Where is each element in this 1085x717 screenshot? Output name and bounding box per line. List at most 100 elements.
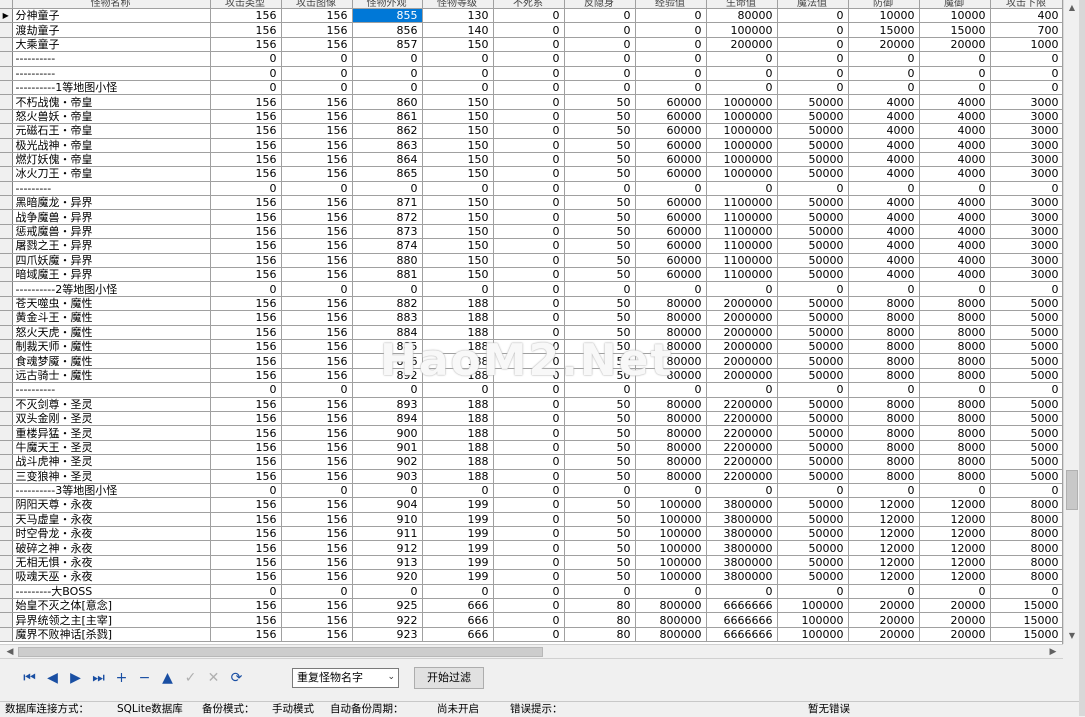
row-indicator[interactable] [0,483,13,499]
table-cell[interactable]: 50000 [777,454,849,470]
table-row[interactable]: 破碎之神・永夜 156 156 912 199 0 50 100000 3800000 50000… [0,540,1062,556]
table-cell[interactable]: 0 [493,339,565,355]
monster-name-cell[interactable]: 渡劫童子 [12,22,211,38]
table-cell[interactable]: 2000000 [706,368,778,384]
table-cell[interactable]: 1000000 [706,152,778,168]
table-cell[interactable]: 3000 [990,109,1062,125]
table-cell[interactable]: 3800000 [706,526,778,542]
table-cell[interactable]: 4000 [919,238,991,254]
row-indicator[interactable] [0,94,13,110]
table-cell[interactable]: 4000 [919,209,991,225]
table-row[interactable]: 大乘童子 156 156 857 150 0 0 0 200000 0 20000 20000 1000 [0,37,1062,53]
table-cell[interactable]: 8000 [848,339,920,355]
table-cell[interactable]: 8000 [919,353,991,369]
horizontal-scroll-thumb[interactable] [18,647,543,657]
table-cell[interactable]: 4000 [919,267,991,283]
table-cell[interactable]: 80000 [635,454,707,470]
table-cell[interactable]: 0 [777,483,849,499]
monster-name-cell[interactable]: 黑暗魔龙・异界 [12,195,211,211]
table-cell[interactable]: 188 [422,339,494,355]
table-cell[interactable]: 0 [493,123,565,139]
table-cell[interactable]: 8000 [919,425,991,441]
table-cell[interactable]: 0 [848,281,920,297]
table-cell[interactable]: 666 [422,598,494,614]
table-cell[interactable]: 12000 [919,512,991,528]
table-cell[interactable]: 0 [493,569,565,585]
table-cell[interactable]: 883 [352,310,423,326]
table-row[interactable]: ---------- 0 0 0 0 0 0 0 0 0 0 0 0 [0,51,1062,67]
table-cell[interactable]: 4000 [848,94,920,110]
table-cell[interactable]: 156 [281,540,353,556]
table-cell[interactable]: 156 [210,569,282,585]
table-cell[interactable]: 0 [422,51,494,67]
table-cell[interactable]: 50000 [777,253,849,269]
table-row[interactable]: 时空骨龙・永夜 156 156 911 199 0 50 100000 3800000 50000… [0,526,1062,542]
row-indicator[interactable] [0,37,13,53]
table-cell[interactable]: 12000 [848,569,920,585]
table-cell[interactable]: 156 [281,94,353,110]
row-indicator[interactable] [0,253,13,269]
table-cell[interactable]: 0 [564,51,636,67]
table-cell[interactable]: 925 [352,598,423,614]
table-cell[interactable]: 0 [281,281,353,297]
table-cell[interactable]: 50000 [777,540,849,556]
table-cell[interactable]: 60000 [635,123,707,139]
table-cell[interactable]: 15000 [990,598,1062,614]
column-header[interactable]: 生命值 [706,0,778,9]
table-cell[interactable]: 156 [281,109,353,125]
table-cell[interactable]: 199 [422,555,494,571]
table-cell[interactable]: 0 [422,80,494,96]
horizontal-scrollbar[interactable]: ◀ ▶ [0,644,1063,659]
table-cell[interactable]: 911 [352,526,423,542]
table-cell[interactable]: 80 [564,627,636,643]
table-cell[interactable]: 50000 [777,209,849,225]
monster-name-cell[interactable]: 不朽战傀・帝皇 [12,94,211,110]
monster-name-cell[interactable]: ---------大BOSS [12,584,211,600]
row-indicator[interactable] [0,526,13,542]
monster-name-cell[interactable]: ----------3等地图小怪 [12,483,211,499]
table-cell[interactable]: 8000 [919,397,991,412]
table-cell[interactable]: 0 [210,181,282,197]
table-cell[interactable]: 872 [352,209,423,225]
table-cell[interactable]: 156 [281,253,353,269]
table-cell[interactable]: 188 [422,325,494,340]
table-cell[interactable]: 1100000 [706,224,778,240]
table-cell[interactable]: 0 [210,382,282,398]
table-cell[interactable]: 3800000 [706,540,778,556]
table-cell[interactable]: 8000 [848,325,920,340]
table-cell[interactable]: 0 [493,296,565,312]
table-cell[interactable]: 156 [281,555,353,571]
table-cell[interactable]: 923 [352,627,423,643]
table-cell[interactable]: 886 [352,353,423,369]
table-cell[interactable]: 156 [210,598,282,614]
table-cell[interactable]: 6666666 [706,612,778,628]
row-indicator[interactable] [0,612,13,628]
table-cell[interactable]: 2200000 [706,411,778,427]
table-cell[interactable]: 856 [352,22,423,38]
table-cell[interactable]: 0 [777,382,849,398]
table-cell[interactable]: 150 [422,267,494,283]
table-cell[interactable]: 3000 [990,195,1062,211]
table-cell[interactable]: 863 [352,138,423,153]
table-cell[interactable]: 8000 [848,368,920,384]
table-cell[interactable]: 188 [422,296,494,312]
table-cell[interactable]: 50 [564,512,636,528]
row-indicator[interactable] [0,497,13,513]
table-cell[interactable]: 0 [635,181,707,197]
table-cell[interactable]: 156 [210,555,282,571]
table-cell[interactable]: 100000 [777,598,849,614]
table-cell[interactable]: 904 [352,497,423,513]
monster-name-cell[interactable]: 大乘童子 [12,37,211,53]
column-header[interactable]: 反隐身 [564,0,636,9]
table-cell[interactable]: 50000 [777,238,849,254]
monster-name-cell[interactable]: ---------- [12,66,211,81]
table-cell[interactable]: 2000000 [706,310,778,326]
table-cell[interactable]: 50000 [777,109,849,125]
next-record-icon[interactable]: ▶ [64,669,87,687]
table-cell[interactable]: 882 [352,296,423,312]
monster-name-cell[interactable]: 分神童子 [12,8,211,24]
row-indicator[interactable] [0,598,13,614]
table-cell[interactable]: 4000 [848,166,920,182]
row-indicator[interactable] [0,411,13,427]
table-cell[interactable]: 156 [281,411,353,427]
